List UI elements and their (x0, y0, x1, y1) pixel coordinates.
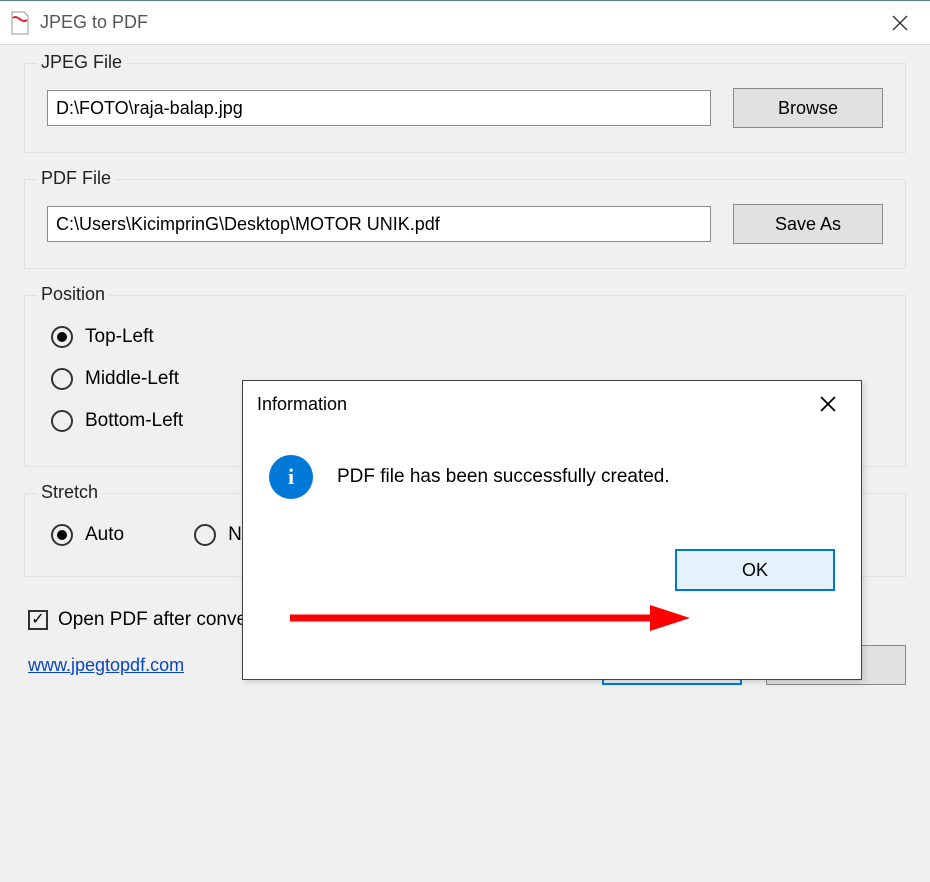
information-icon: i (269, 455, 313, 499)
dialog-close-button[interactable] (803, 384, 853, 424)
open-after-checkbox[interactable]: ✓ Open PDF after convert (28, 609, 259, 631)
radio-icon (51, 368, 73, 390)
radio-label: Bottom-Left (85, 410, 183, 432)
pdf-path-input[interactable] (47, 206, 711, 242)
radio-icon (51, 410, 73, 432)
pdf-file-group: PDF File Save As (24, 179, 906, 269)
position-legend: Position (37, 284, 109, 305)
checkbox-icon: ✓ (28, 610, 48, 630)
checkbox-label: Open PDF after convert (58, 609, 259, 631)
radio-label: Top-Left (85, 326, 154, 348)
jpeg-path-input[interactable] (47, 90, 711, 126)
window-title: JPEG to PDF (40, 12, 870, 33)
website-link[interactable]: www.jpegtopdf.com (28, 655, 184, 676)
radio-icon (194, 524, 216, 546)
dialog-message: PDF file has been successfully created. (337, 466, 670, 488)
dialog-ok-button[interactable]: OK (675, 549, 835, 591)
dialog-titlebar: Information (243, 381, 861, 427)
app-icon (10, 11, 30, 35)
radio-icon (51, 326, 73, 348)
jpeg-file-group: JPEG File Browse (24, 63, 906, 153)
radio-label: Middle-Left (85, 368, 179, 390)
pdf-legend: PDF File (37, 168, 115, 189)
close-icon (819, 395, 837, 413)
stretch-legend: Stretch (37, 482, 102, 503)
titlebar: JPEG to PDF (0, 1, 930, 45)
window-close-button[interactable] (870, 1, 930, 45)
radio-icon (51, 524, 73, 546)
jpeg-legend: JPEG File (37, 52, 126, 73)
browse-button[interactable]: Browse (733, 88, 883, 128)
dialog-title: Information (257, 394, 347, 415)
information-dialog: Information i PDF file has been successf… (242, 380, 862, 680)
position-top-left-radio[interactable]: Top-Left (51, 326, 879, 348)
save-as-button[interactable]: Save As (733, 204, 883, 244)
close-icon (892, 15, 908, 31)
stretch-auto-radio[interactable]: Auto (51, 524, 124, 546)
radio-label: Auto (85, 524, 124, 546)
